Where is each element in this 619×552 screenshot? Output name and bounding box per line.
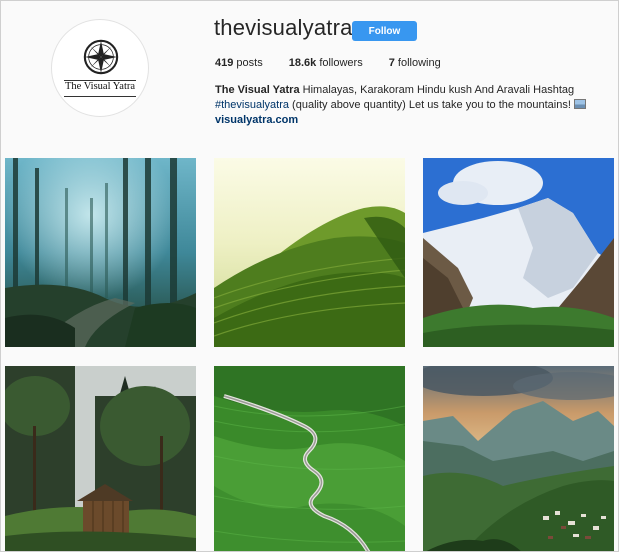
bio-text: Himalayas, Karakoram Hindu kush And Arav… <box>299 84 575 96</box>
post-thumbnail[interactable] <box>214 158 405 347</box>
profile-stats: 419 posts 18.6k followers 7 following <box>215 57 467 69</box>
followers-label: followers <box>319 57 363 69</box>
post-thumbnail[interactable] <box>5 158 196 347</box>
profile-page: The Visual Yatra thevisualyatra Follow 4… <box>0 0 619 552</box>
followers-count: 18.6k <box>288 57 317 69</box>
following-label: following <box>397 57 441 69</box>
bio-full-name: The Visual Yatra <box>215 84 300 96</box>
post-thumbnail[interactable] <box>423 158 614 347</box>
picture-emoji-icon <box>573 99 586 109</box>
profile-bio: The Visual Yatra Himalayas, Karakoram Hi… <box>215 83 610 128</box>
winding-road-photo <box>214 366 405 551</box>
posts-label: posts <box>236 57 263 69</box>
avatar-logo-text: The Visual Yatra <box>64 81 136 92</box>
bio-hashtag-link[interactable]: #thevisualyatra <box>215 99 289 111</box>
following-count: 7 <box>388 57 395 69</box>
tea-garden-photo <box>214 158 405 347</box>
snow-peak-photo <box>423 158 614 347</box>
posts-count: 419 <box>215 57 234 69</box>
mountain-village-photo <box>423 366 614 551</box>
compass-logo-icon <box>83 39 119 75</box>
follow-button[interactable]: Follow <box>352 21 417 41</box>
bio-text: (quality above quantity) Let us take you… <box>289 99 574 111</box>
posts-stat: 419 posts <box>215 57 263 69</box>
post-thumbnail[interactable] <box>423 366 614 551</box>
profile-avatar[interactable]: The Visual Yatra <box>51 19 149 117</box>
followers-stat[interactable]: 18.6k followers <box>289 57 363 69</box>
profile-username: thevisualyatra <box>214 15 353 40</box>
forest-photo <box>5 158 196 347</box>
logo-divider <box>64 96 136 97</box>
forest-cabin-photo <box>5 366 196 551</box>
post-thumbnail[interactable] <box>5 366 196 551</box>
post-thumbnail[interactable] <box>214 366 405 551</box>
website-link[interactable]: visualyatra.com <box>215 114 298 126</box>
following-stat[interactable]: 7 following <box>389 57 441 69</box>
